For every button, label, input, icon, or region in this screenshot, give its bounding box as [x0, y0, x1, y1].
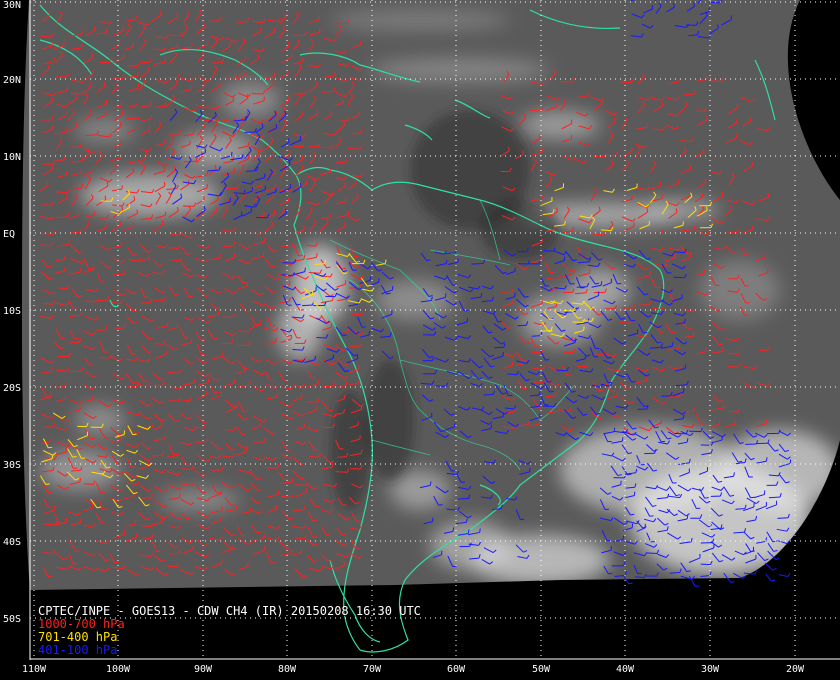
clear-sky-patch: [330, 390, 370, 510]
lon-label-30w: 30W: [701, 664, 720, 675]
lat-label-30n: 30N: [3, 0, 21, 11]
lat-label-20s: 20S: [3, 383, 21, 394]
lat-label-10s: 10S: [3, 306, 21, 317]
cloud-blob: [80, 173, 220, 217]
latitude-labels: 30N 20N 10N EQ 10S 20S 30S 40S 50S: [3, 0, 21, 625]
cloud-blob: [175, 132, 255, 168]
map-canvas: 30N 20N 10N EQ 10S 20S 30S 40S 50S 110W …: [3, 0, 840, 675]
lat-label-30s: 30S: [3, 460, 21, 471]
lat-label-20n: 20N: [3, 75, 21, 86]
lon-label-100w: 100W: [106, 664, 131, 675]
wind-barb: [764, 562, 777, 571]
lon-label-60w: 60W: [447, 664, 466, 675]
cloud-blob: [520, 111, 600, 139]
lon-label-110w: 110W: [22, 664, 47, 675]
cloud-blob: [330, 10, 510, 30]
lon-label-50w: 50W: [532, 664, 551, 675]
lat-label-50s: 50S: [3, 614, 21, 625]
longitude-labels: 110W 100W 90W 80W 70W 60W 50W 40W 30W 20…: [22, 664, 805, 675]
ir-imagery: [22, 0, 840, 590]
wind-barb: [778, 572, 791, 577]
cloud-blob: [370, 58, 550, 82]
lon-label-20w: 20W: [786, 664, 805, 675]
lon-label-90w: 90W: [194, 664, 213, 675]
legend-high-level: 401-100 hPa: [38, 643, 118, 657]
cloud-blob: [278, 300, 322, 360]
imagery-base: [22, 0, 840, 590]
wind-barb: [765, 573, 776, 582]
cloud-blob: [160, 490, 240, 510]
lon-label-80w: 80W: [278, 664, 297, 675]
lon-label-70w: 70W: [363, 664, 382, 675]
lat-label-10n: 10N: [3, 152, 21, 163]
cloud-blob: [75, 118, 135, 142]
cloud-blob: [375, 280, 455, 320]
cloud-blob: [720, 430, 840, 510]
satellite-wind-map: 30N 20N 10N EQ 10S 20S 30S 40S 50S 110W …: [0, 0, 840, 680]
cloud-blob: [640, 200, 720, 220]
lat-label-40s: 40S: [3, 537, 21, 548]
lon-label-40w: 40W: [616, 664, 635, 675]
lat-label-eq: EQ: [3, 229, 15, 240]
